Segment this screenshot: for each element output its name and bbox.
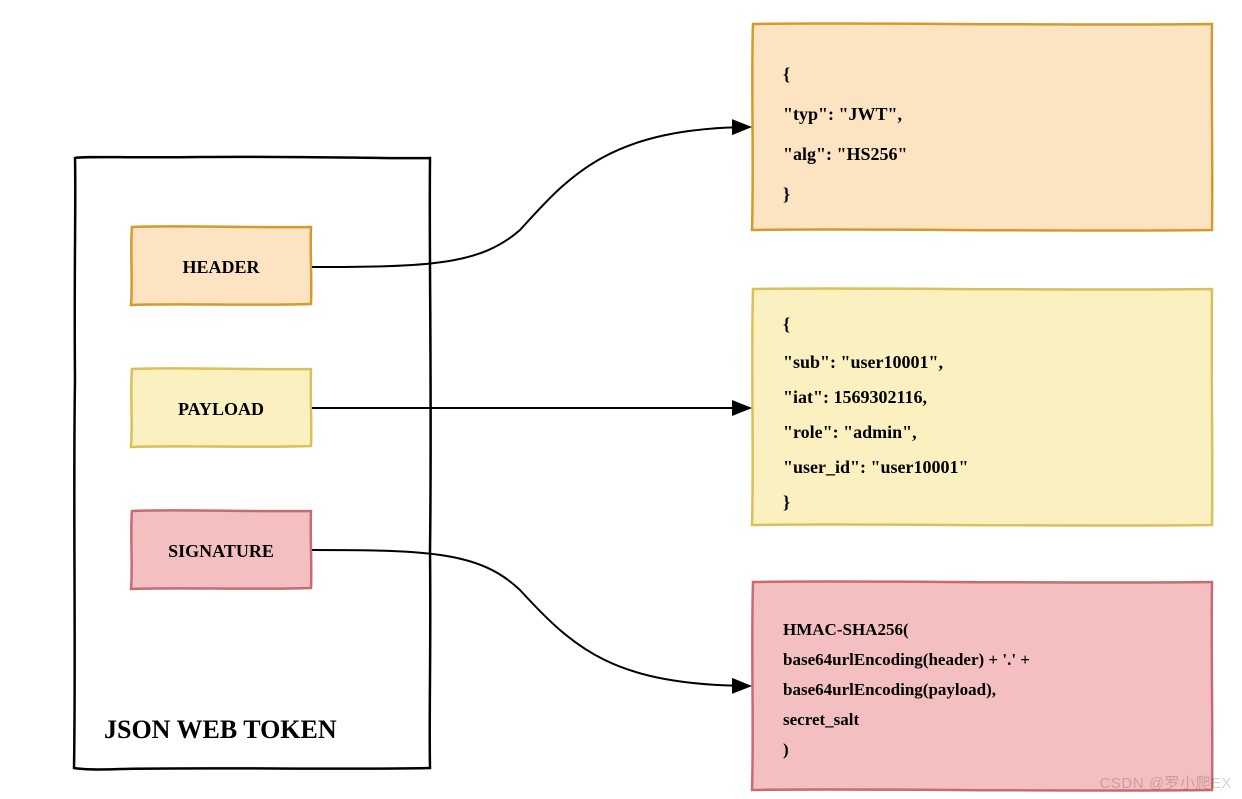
svg-text:base64urlEncoding(header) + '.: base64urlEncoding(header) + '.' + (783, 650, 1030, 669)
signature-label: SIGNATURE (168, 541, 274, 561)
svg-text:"role": "admin",: "role": "admin", (783, 422, 917, 442)
header-detail-box: { "typ": "JWT", "alg": "HS256" } (752, 23, 1212, 230)
svg-text:"sub": "user10001",: "sub": "user10001", (783, 352, 943, 372)
svg-text:"typ": "JWT",: "typ": "JWT", (783, 104, 902, 124)
payload-detail-box: { "sub": "user10001", "iat": 1569302116,… (752, 288, 1212, 525)
svg-text:{: { (783, 314, 790, 334)
header-box: HEADER (131, 226, 311, 305)
svg-text:"alg": "HS256": "alg": "HS256" (783, 144, 907, 164)
payload-box: PAYLOAD (131, 368, 311, 447)
svg-text:}: } (783, 492, 790, 512)
signature-box: SIGNATURE (131, 510, 311, 589)
svg-text:base64urlEncoding(payload),: base64urlEncoding(payload), (783, 680, 996, 699)
svg-text:HMAC-SHA256(: HMAC-SHA256( (783, 620, 909, 639)
svg-text:"user_id": "user10001": "user_id": "user10001" (783, 457, 968, 477)
jwt-container-title: JSON WEB TOKEN (104, 715, 337, 744)
arrow-signature (312, 550, 750, 686)
signature-detail-box: HMAC-SHA256( base64urlEncoding(header) +… (752, 581, 1212, 790)
payload-label: PAYLOAD (178, 399, 264, 419)
arrow-header (312, 127, 750, 267)
svg-text:): ) (783, 740, 789, 759)
svg-text:}: } (783, 184, 790, 204)
header-label: HEADER (182, 257, 260, 277)
svg-text:{: { (783, 64, 790, 84)
watermark-text: CSDN @罗小爬EX (1100, 772, 1232, 793)
svg-text:secret_salt: secret_salt (783, 710, 859, 729)
svg-text:"iat": 1569302116,: "iat": 1569302116, (783, 387, 927, 407)
